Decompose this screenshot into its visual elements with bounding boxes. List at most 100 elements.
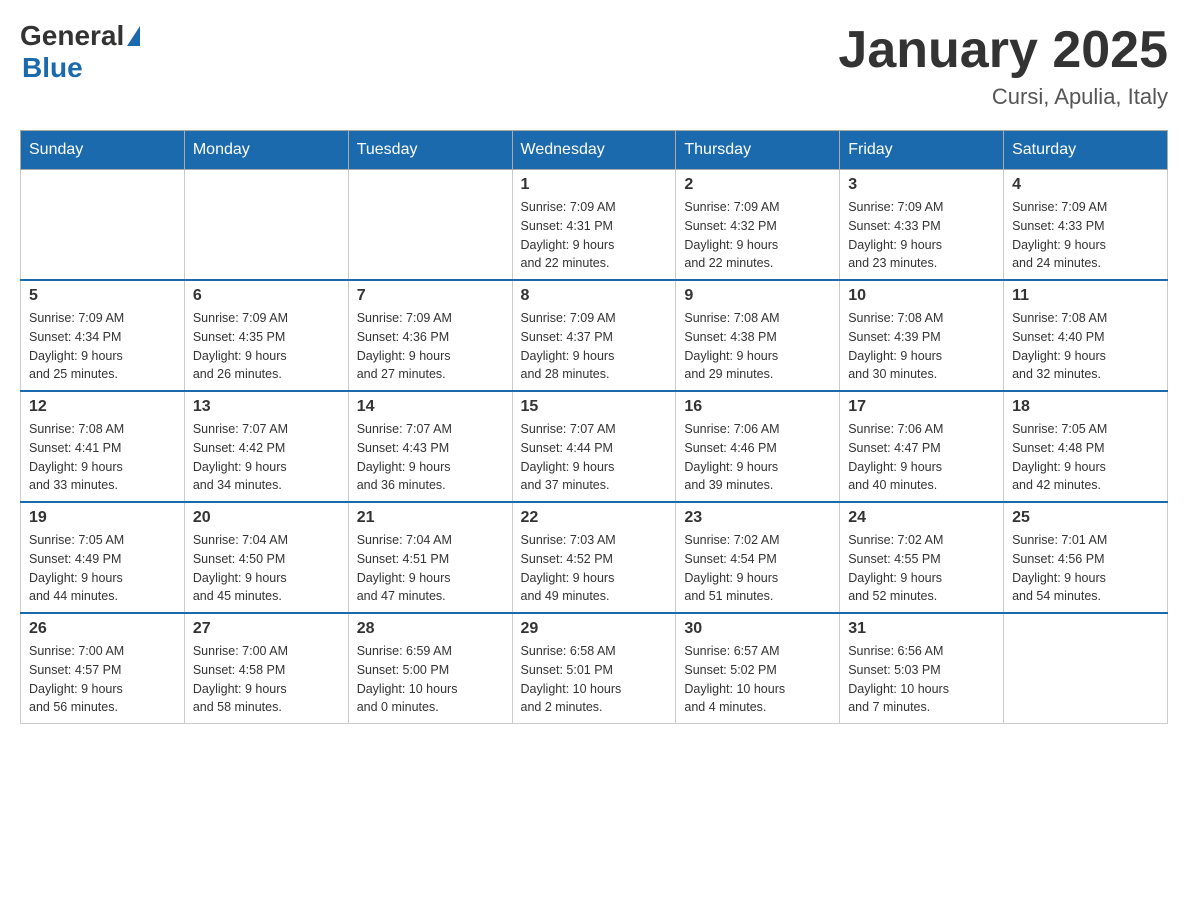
day-number: 1	[521, 176, 668, 194]
calendar-cell: 27 Sunrise: 7:00 AM Sunset: 4:58 PM Dayli…	[184, 613, 348, 724]
day-number: 7	[357, 287, 504, 305]
day-number: 31	[848, 620, 995, 638]
calendar-cell: 29Sunrise: 6:58 AM Sunset: 5:01 PM Dayli…	[512, 613, 676, 724]
calendar-cell: 11 Sunrise: 7:08 AM Sunset: 4:40 PM Dayli…	[1004, 280, 1168, 391]
calendar-cell: 13 Sunrise: 7:07 AM Sunset: 4:42 PM Dayli…	[184, 391, 348, 502]
logo-general-text: General	[20, 20, 124, 52]
calendar-cell: 21 Sunrise: 7:04 AM Sunset: 4:51 PM Dayli…	[348, 502, 512, 613]
day-info: Sunrise: 7:09 AM Sunset: 4:32 PM Dayligh…	[684, 198, 831, 273]
day-number: 28	[357, 620, 504, 638]
day-info: Sunrise: 7:04 AM Sunset: 4:51 PM Dayligh…	[357, 531, 504, 606]
day-number: 25	[1012, 509, 1159, 527]
day-number: 21	[357, 509, 504, 527]
day-info: Sunrise: 7:08 AM Sunset: 4:40 PM Dayligh…	[1012, 309, 1159, 384]
calendar-cell: 24 Sunrise: 7:02 AM Sunset: 4:55 PM Dayli…	[840, 502, 1004, 613]
calendar-cell: 25 Sunrise: 7:01 AM Sunset: 4:56 PM Dayli…	[1004, 502, 1168, 613]
week-row-2: 5 Sunrise: 7:09 AM Sunset: 4:34 PM Daylig…	[21, 280, 1168, 391]
day-number: 9	[684, 287, 831, 305]
weekday-header-tuesday: Tuesday	[348, 131, 512, 170]
calendar-cell: 23Sunrise: 7:02 AM Sunset: 4:54 PM Dayli…	[676, 502, 840, 613]
day-info: Sunrise: 7:05 AM Sunset: 4:48 PM Dayligh…	[1012, 420, 1159, 495]
calendar-cell: 30Sunrise: 6:57 AM Sunset: 5:02 PM Dayli…	[676, 613, 840, 724]
day-number: 6	[193, 287, 340, 305]
logo-triangle-icon	[127, 26, 140, 46]
day-info: Sunrise: 6:59 AM Sunset: 5:00 PM Dayligh…	[357, 642, 504, 717]
weekday-header-sunday: Sunday	[21, 131, 185, 170]
title-section: January 2025 Cursi, Apulia, Italy	[838, 20, 1168, 110]
calendar-cell: 5 Sunrise: 7:09 AM Sunset: 4:34 PM Daylig…	[21, 280, 185, 391]
calendar-cell: 3Sunrise: 7:09 AM Sunset: 4:33 PM Daylig…	[840, 170, 1004, 281]
day-number: 11	[1012, 287, 1159, 305]
day-info: Sunrise: 7:02 AM Sunset: 4:55 PM Dayligh…	[848, 531, 995, 606]
day-number: 30	[684, 620, 831, 638]
calendar-cell	[348, 170, 512, 281]
day-info: Sunrise: 7:00 AM Sunset: 4:57 PM Dayligh…	[29, 642, 176, 717]
day-info: Sunrise: 7:09 AM Sunset: 4:37 PM Dayligh…	[521, 309, 668, 384]
day-info: Sunrise: 7:08 AM Sunset: 4:41 PM Dayligh…	[29, 420, 176, 495]
day-info: Sunrise: 7:08 AM Sunset: 4:38 PM Dayligh…	[684, 309, 831, 384]
calendar-cell: 20Sunrise: 7:04 AM Sunset: 4:50 PM Dayli…	[184, 502, 348, 613]
calendar-cell: 8 Sunrise: 7:09 AM Sunset: 4:37 PM Daylig…	[512, 280, 676, 391]
day-info: Sunrise: 7:09 AM Sunset: 4:33 PM Dayligh…	[1012, 198, 1159, 273]
calendar-cell	[184, 170, 348, 281]
weekday-header-friday: Friday	[840, 131, 1004, 170]
day-info: Sunrise: 7:03 AM Sunset: 4:52 PM Dayligh…	[521, 531, 668, 606]
day-number: 4	[1012, 176, 1159, 194]
day-info: Sunrise: 7:02 AM Sunset: 4:54 PM Dayligh…	[684, 531, 831, 606]
day-number: 8	[521, 287, 668, 305]
calendar-cell: 9 Sunrise: 7:08 AM Sunset: 4:38 PM Daylig…	[676, 280, 840, 391]
calendar-cell: 4 Sunrise: 7:09 AM Sunset: 4:33 PM Daylig…	[1004, 170, 1168, 281]
day-number: 10	[848, 287, 995, 305]
weekday-header-monday: Monday	[184, 131, 348, 170]
page-header: General Blue January 2025 Cursi, Apulia,…	[20, 20, 1168, 110]
weekday-header-thursday: Thursday	[676, 131, 840, 170]
day-info: Sunrise: 7:09 AM Sunset: 4:33 PM Dayligh…	[848, 198, 995, 273]
calendar-cell: 14Sunrise: 7:07 AM Sunset: 4:43 PM Dayli…	[348, 391, 512, 502]
day-info: Sunrise: 7:09 AM Sunset: 4:31 PM Dayligh…	[521, 198, 668, 273]
day-info: Sunrise: 7:05 AM Sunset: 4:49 PM Dayligh…	[29, 531, 176, 606]
calendar-cell: 12 Sunrise: 7:08 AM Sunset: 4:41 PM Dayli…	[21, 391, 185, 502]
calendar-cell: 19 Sunrise: 7:05 AM Sunset: 4:49 PM Dayli…	[21, 502, 185, 613]
week-row-3: 12 Sunrise: 7:08 AM Sunset: 4:41 PM Dayli…	[21, 391, 1168, 502]
day-number: 5	[29, 287, 176, 305]
calendar-cell: 7 Sunrise: 7:09 AM Sunset: 4:36 PM Daylig…	[348, 280, 512, 391]
day-number: 2	[684, 176, 831, 194]
day-number: 24	[848, 509, 995, 527]
weekday-header-row: SundayMondayTuesdayWednesdayThursdayFrid…	[21, 131, 1168, 170]
calendar-cell: 2 Sunrise: 7:09 AM Sunset: 4:32 PM Daylig…	[676, 170, 840, 281]
day-info: Sunrise: 7:08 AM Sunset: 4:39 PM Dayligh…	[848, 309, 995, 384]
calendar-subtitle: Cursi, Apulia, Italy	[838, 84, 1168, 110]
day-info: Sunrise: 6:58 AM Sunset: 5:01 PM Dayligh…	[521, 642, 668, 717]
day-info: Sunrise: 7:00 AM Sunset: 4:58 PM Dayligh…	[193, 642, 340, 717]
day-info: Sunrise: 7:09 AM Sunset: 4:35 PM Dayligh…	[193, 309, 340, 384]
day-number: 12	[29, 398, 176, 416]
calendar-cell: 17Sunrise: 7:06 AM Sunset: 4:47 PM Dayli…	[840, 391, 1004, 502]
calendar-cell: 26 Sunrise: 7:00 AM Sunset: 4:57 PM Dayli…	[21, 613, 185, 724]
calendar-cell: 6 Sunrise: 7:09 AM Sunset: 4:35 PM Daylig…	[184, 280, 348, 391]
day-info: Sunrise: 7:01 AM Sunset: 4:56 PM Dayligh…	[1012, 531, 1159, 606]
calendar-cell: 31Sunrise: 6:56 AM Sunset: 5:03 PM Dayli…	[840, 613, 1004, 724]
logo: General Blue	[20, 20, 140, 84]
day-number: 19	[29, 509, 176, 527]
day-number: 13	[193, 398, 340, 416]
day-info: Sunrise: 7:09 AM Sunset: 4:36 PM Dayligh…	[357, 309, 504, 384]
day-info: Sunrise: 7:04 AM Sunset: 4:50 PM Dayligh…	[193, 531, 340, 606]
calendar-cell: 15Sunrise: 7:07 AM Sunset: 4:44 PM Dayli…	[512, 391, 676, 502]
calendar-table: SundayMondayTuesdayWednesdayThursdayFrid…	[20, 130, 1168, 724]
logo-blue-text: Blue	[22, 52, 83, 84]
week-row-4: 19 Sunrise: 7:05 AM Sunset: 4:49 PM Dayli…	[21, 502, 1168, 613]
week-row-1: 1 Sunrise: 7:09 AM Sunset: 4:31 PM Daylig…	[21, 170, 1168, 281]
day-info: Sunrise: 7:09 AM Sunset: 4:34 PM Dayligh…	[29, 309, 176, 384]
calendar-cell: 22 Sunrise: 7:03 AM Sunset: 4:52 PM Dayli…	[512, 502, 676, 613]
day-number: 26	[29, 620, 176, 638]
weekday-header-wednesday: Wednesday	[512, 131, 676, 170]
calendar-title: January 2025	[838, 20, 1168, 80]
day-info: Sunrise: 7:07 AM Sunset: 4:42 PM Dayligh…	[193, 420, 340, 495]
day-number: 27	[193, 620, 340, 638]
day-info: Sunrise: 7:06 AM Sunset: 4:46 PM Dayligh…	[684, 420, 831, 495]
day-number: 18	[1012, 398, 1159, 416]
day-number: 22	[521, 509, 668, 527]
day-number: 16	[684, 398, 831, 416]
calendar-cell	[1004, 613, 1168, 724]
day-number: 15	[521, 398, 668, 416]
